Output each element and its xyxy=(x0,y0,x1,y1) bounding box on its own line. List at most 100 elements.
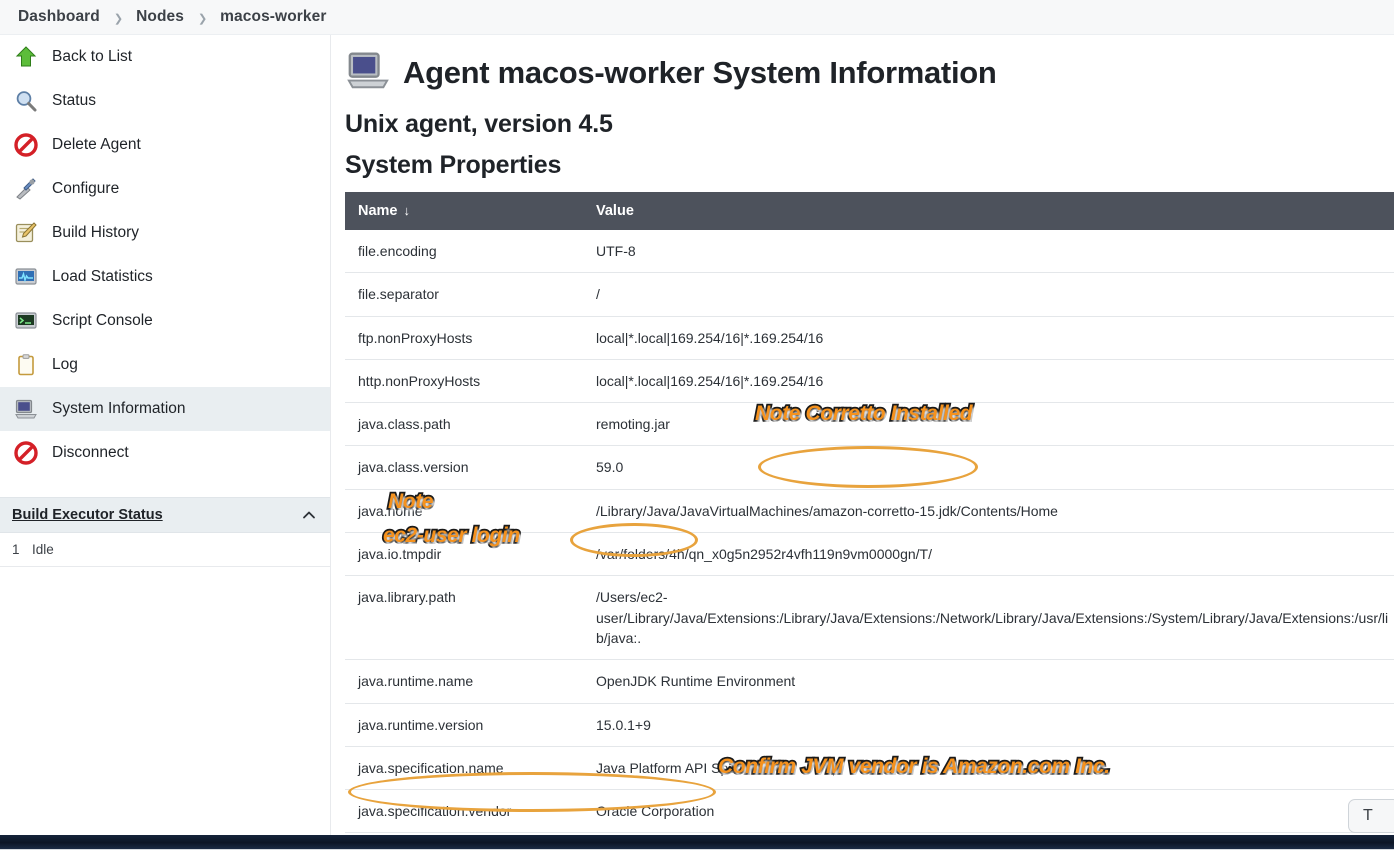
table-header-row: Name ↓ Value xyxy=(345,192,1394,230)
breadcrumb: Dashboard ❯ Nodes ❯ macos-worker xyxy=(0,0,1394,35)
property-value: / xyxy=(583,272,1394,317)
property-name: ftp.nonProxyHosts xyxy=(345,316,583,360)
property-value: 15.0.1+9 xyxy=(583,703,1394,747)
table-row: java.home/Library/Java/JavaVirtualMachin… xyxy=(345,489,1394,534)
property-value: OpenJDK Runtime Environment xyxy=(583,659,1394,704)
property-value: remoting.jar xyxy=(583,402,1394,447)
table-row: java.class.path remoting.jar xyxy=(345,402,1394,447)
table-body: file.encoding UTF-8 file.separator / ftp.non… xyxy=(345,230,1394,855)
sidebar-item-label: Delete Agent xyxy=(52,136,141,153)
sidebar-item-label: Load Statistics xyxy=(52,268,153,285)
table-row: http.nonProxyHosts local|*.local|169.254/… xyxy=(345,359,1394,404)
sidebar-item-label: Log xyxy=(52,356,78,373)
breadcrumb-separator-icon: ❯ xyxy=(113,12,124,25)
build-executor-status-title: Build Executor Status xyxy=(12,507,163,523)
sidebar-item-status[interactable]: Status xyxy=(0,79,330,123)
build-executor-status-header[interactable]: Build Executor Status xyxy=(0,497,330,533)
no-entry-icon xyxy=(12,439,40,467)
breadcrumb-separator-icon: ❯ xyxy=(197,12,208,25)
bottom-taskbar xyxy=(0,835,1394,849)
agent-version-subtitle: Unix agent, version 4.5 xyxy=(345,110,613,138)
sidebar-item-configure[interactable]: Configure xyxy=(0,167,330,211)
executor-number: 1 xyxy=(12,542,20,557)
sidebar-item-system-information[interactable]: System Information xyxy=(0,387,330,431)
sidebar-item-script-console[interactable]: Script Console xyxy=(0,299,330,343)
property-name: java.class.version xyxy=(345,445,583,490)
up-arrow-icon xyxy=(12,43,40,71)
sidebar-item-back-to-list[interactable]: Back to List xyxy=(0,35,330,79)
computer-icon xyxy=(345,47,391,98)
breadcrumb-item-nodes[interactable]: Nodes xyxy=(136,8,184,26)
sidebar-item-disconnect[interactable]: Disconnect xyxy=(0,431,330,475)
table-row: java.io.tmpdir/var/folders/4h/qn_x0g5n29… xyxy=(345,532,1394,577)
sidebar-item-label: Status xyxy=(52,92,96,109)
property-name: java.runtime.name xyxy=(345,659,583,704)
no-entry-icon xyxy=(12,131,40,159)
property-value: local|*.local|169.254/16|*.169.254/16 xyxy=(583,316,1394,360)
executor-row[interactable]: 1 Idle xyxy=(0,533,330,567)
section-title-system-properties: System Properties xyxy=(345,151,562,179)
property-name: file.separator xyxy=(345,272,583,317)
column-header-name-label: Name xyxy=(358,203,398,219)
table-row: java.class.version 59.0 xyxy=(345,445,1394,490)
property-value: Java Platform API Specification xyxy=(583,746,1394,791)
sidebar-item-label: Disconnect xyxy=(52,444,129,461)
table-row: ftp.nonProxyHosts local|*.local|169.254/1… xyxy=(345,316,1394,360)
property-name: java.specification.vendor xyxy=(345,789,583,834)
page-title: Agent macos-worker System Information xyxy=(345,47,1394,98)
bottom-edge xyxy=(0,849,1394,855)
property-name: java.library.path xyxy=(345,575,583,661)
sidebar-item-label: Build History xyxy=(52,224,139,241)
sidebar: Back to List Status Delete Agent Configu… xyxy=(0,35,331,855)
wrench-screwdriver-icon xyxy=(12,175,40,203)
sidebar-item-build-history[interactable]: Build History xyxy=(0,211,330,255)
table-row: java.specification.name Java Platform API… xyxy=(345,746,1394,791)
computer-icon xyxy=(12,395,40,423)
property-value: 59.0 xyxy=(583,445,1394,490)
table-row: java.specification.vendor Oracle Corporat… xyxy=(345,789,1394,834)
table-row: file.separator / xyxy=(345,272,1394,317)
breadcrumb-item-macos-worker[interactable]: macos-worker xyxy=(220,8,326,26)
sidebar-item-label: Script Console xyxy=(52,312,153,329)
property-name: java.io.tmpdir xyxy=(345,532,583,577)
column-header-value[interactable]: Value xyxy=(583,192,1394,230)
property-name: file.encoding xyxy=(345,230,583,274)
sidebar-item-load-statistics[interactable]: Load Statistics xyxy=(0,255,330,299)
table-row: java.runtime.name OpenJDK Runtime Environ… xyxy=(345,659,1394,704)
property-value: /var/folders/4h/qn_x0g5n2952r4vfh119n9vm… xyxy=(583,532,1394,577)
executor-state: Idle xyxy=(32,542,54,557)
property-value: /Library/Java/JavaVirtualMachines/amazon… xyxy=(583,489,1394,534)
table-row: java.runtime.version 15.0.1+9 xyxy=(345,703,1394,747)
table-row: file.encoding UTF-8 xyxy=(345,230,1394,274)
partial-corner-button[interactable]: T xyxy=(1348,799,1394,833)
property-value: UTF-8 xyxy=(583,230,1394,274)
table-head: Name ↓ Value xyxy=(345,192,1394,230)
property-name: java.class.path xyxy=(345,402,583,447)
property-value: local|*.local|169.254/16|*.169.254/16 xyxy=(583,359,1394,404)
sidebar-item-label: Configure xyxy=(52,180,120,197)
sort-descending-icon: ↓ xyxy=(403,203,411,218)
property-name: java.runtime.version xyxy=(345,703,583,747)
column-header-name[interactable]: Name ↓ xyxy=(345,192,583,230)
sidebar-item-label: System Information xyxy=(52,400,186,417)
sidebar-item-log[interactable]: Log xyxy=(0,343,330,387)
sidebar-item-label: Back to List xyxy=(52,48,133,65)
app-root: Dashboard ❯ Nodes ❯ macos-worker Back to… xyxy=(0,0,1394,855)
clipboard-icon xyxy=(12,351,40,379)
property-value: Oracle Corporation xyxy=(583,789,1394,834)
property-value: /Users/ec2-user/Library/Java/Extensions:… xyxy=(583,575,1394,661)
terminal-icon xyxy=(12,307,40,335)
page-title-text: Agent macos-worker System Information xyxy=(403,54,997,90)
property-name: java.specification.name xyxy=(345,746,583,791)
chart-monitor-icon xyxy=(12,263,40,291)
property-name: http.nonProxyHosts xyxy=(345,359,583,404)
system-properties-table: Name ↓ Value file.encoding UTF-8 file.separ… xyxy=(345,192,1394,855)
main-content: Agent macos-worker System Information Un… xyxy=(331,35,1394,855)
sidebar-item-delete-agent[interactable]: Delete Agent xyxy=(0,123,330,167)
notepad-pencil-icon xyxy=(12,219,40,247)
table-row: java.library.path/Users/ec2-user/Library… xyxy=(345,575,1394,661)
property-name: java.home xyxy=(345,489,583,534)
magnifier-icon xyxy=(12,87,40,115)
chevron-up-icon[interactable] xyxy=(302,508,316,522)
breadcrumb-item-dashboard[interactable]: Dashboard xyxy=(18,8,100,26)
